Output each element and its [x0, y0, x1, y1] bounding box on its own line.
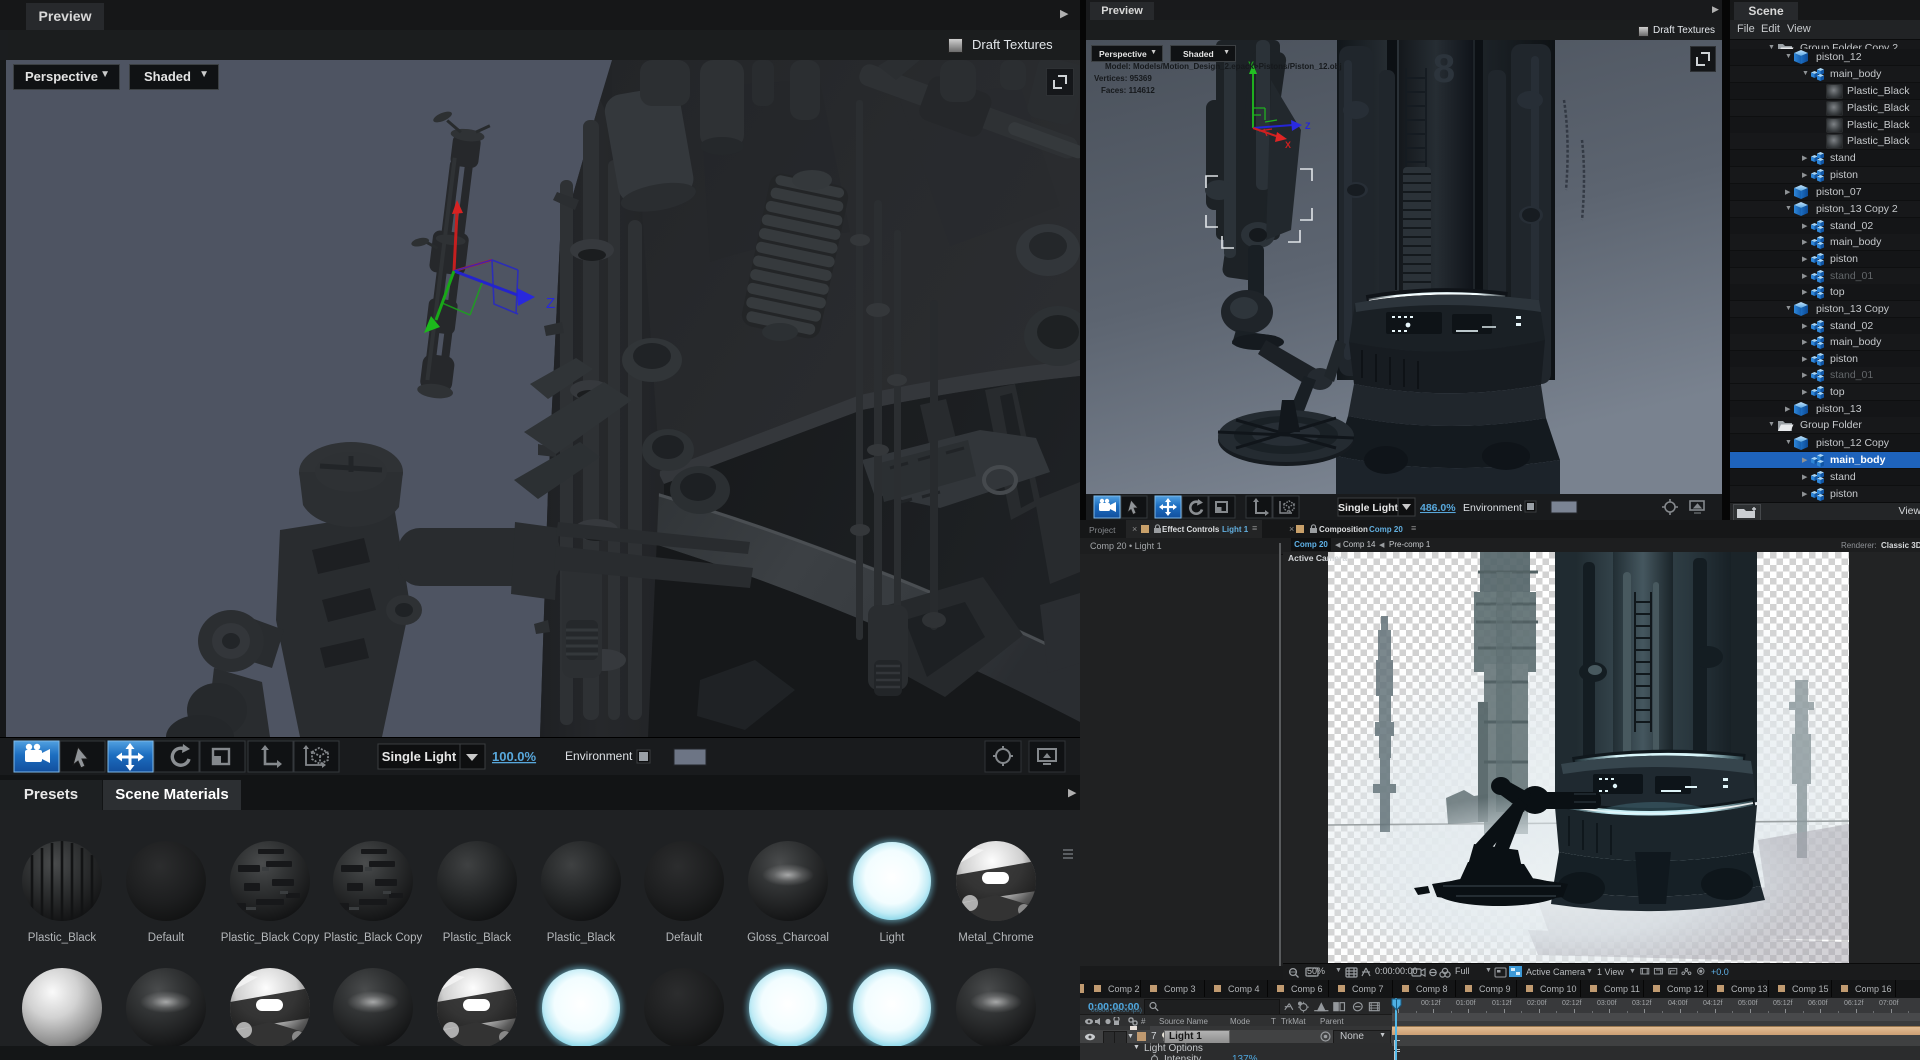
svg-text:X: X [1285, 140, 1291, 150]
svg-text:Default: Default [666, 932, 703, 944]
svg-text:Plastic_Black: Plastic_Black [28, 932, 97, 944]
svg-text:Plastic_Black Copy: Plastic_Black Copy [324, 932, 423, 944]
svg-text:Plastic_Black Copy: Plastic_Black Copy [221, 932, 320, 944]
svg-text:Plastic_Black: Plastic_Black [443, 932, 512, 944]
svg-text:Z: Z [1305, 121, 1311, 131]
svg-text:486.0%: 486.0% [1420, 502, 1456, 514]
svg-text:Z: Z [546, 295, 555, 312]
svg-text:Plastic_Black: Plastic_Black [547, 932, 616, 944]
svg-text:Model: Models/Motion_Design_2: Model: Models/Motion_Design_2.epack>Pist… [1105, 62, 1342, 71]
svg-text:Metal_Chrome: Metal_Chrome [958, 932, 1033, 944]
svg-text:Vertices: 95369: Vertices: 95369 [1094, 74, 1152, 83]
svg-text:Environment: Environment [1463, 502, 1522, 514]
svg-text:Gloss_Charcoal: Gloss_Charcoal [747, 932, 829, 944]
svg-text:Single Light: Single Light [382, 749, 457, 764]
svg-text:Faces: 114612: Faces: 114612 [1101, 86, 1155, 95]
svg-text:Environment: Environment [565, 749, 633, 763]
svg-text:Default: Default [148, 932, 185, 944]
svg-text:100.0%: 100.0% [492, 749, 537, 764]
svg-text:Light: Light [880, 932, 906, 944]
svg-text:8: 8 [1433, 47, 1455, 91]
svg-text:Single Light: Single Light [1338, 502, 1399, 514]
